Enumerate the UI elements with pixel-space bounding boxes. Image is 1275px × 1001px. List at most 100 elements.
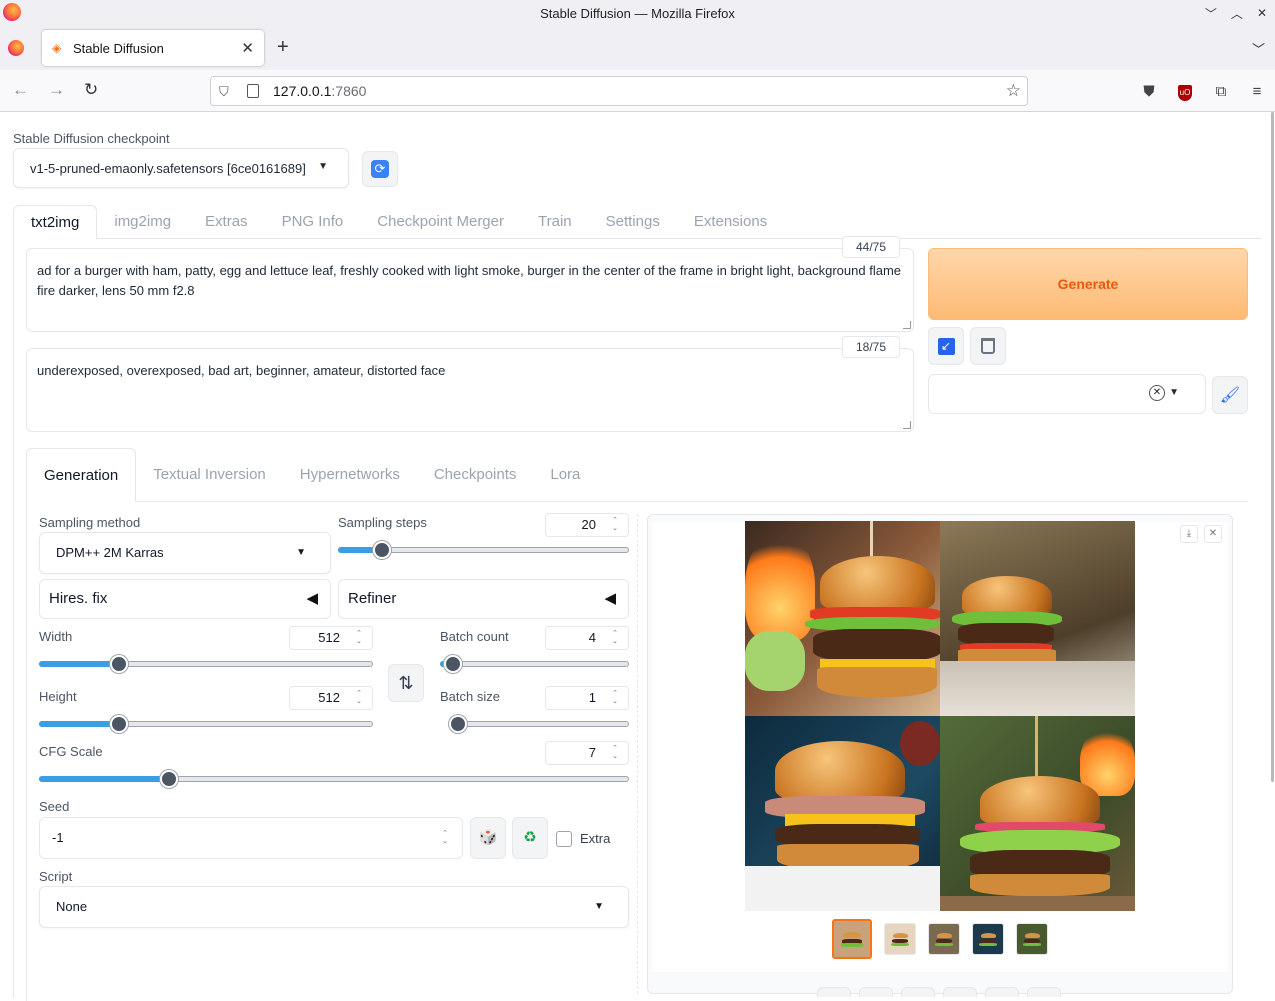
pocket-icon[interactable]: ⛊ <box>1131 83 1167 100</box>
spinner-icon[interactable]: ⌃ ⌄ <box>610 745 620 761</box>
tab-lora[interactable]: Lora <box>533 448 597 502</box>
url-bar[interactable]: ⛉ 127.0.0.1:7860 ☆ <box>210 76 1028 106</box>
sampling-method-label: Sampling method <box>39 515 141 530</box>
hires-fix-accordion[interactable]: Hires. fix ◀ <box>39 579 331 619</box>
generated-image-grid[interactable] <box>745 521 1135 911</box>
download-icon[interactable]: ⤓ <box>1180 525 1198 543</box>
tab-settings[interactable]: Settings <box>589 205 677 239</box>
new-tab-icon[interactable]: + <box>277 36 289 59</box>
gallery-thumbnail[interactable] <box>832 919 872 959</box>
tab-train[interactable]: Train <box>521 205 589 239</box>
styles-dropdown[interactable]: ✕ ▼ <box>928 374 1206 414</box>
tab-checkpoints[interactable]: Checkpoints <box>417 448 534 502</box>
height-label: Height <box>39 689 77 704</box>
gallery-action-button[interactable] <box>985 987 1019 997</box>
reload-icon[interactable]: ↻ <box>84 80 98 100</box>
spinner-icon[interactable]: ⌃ ⌄ <box>442 830 448 846</box>
gallery-action-button[interactable] <box>943 987 977 997</box>
slider-thumb[interactable] <box>160 770 178 788</box>
random-seed-button[interactable]: 🎲 <box>470 817 506 859</box>
webui-page: Stable Diffusion checkpoint v1-5-pruned-… <box>0 112 1275 1001</box>
extensions-icon[interactable]: ⧉ <box>1203 83 1239 100</box>
prompt-textarea[interactable]: ad for a burger with ham, patty, egg and… <box>26 248 914 332</box>
back-icon[interactable]: ← <box>12 80 29 100</box>
bookmark-star-icon[interactable]: ☆ <box>1006 81 1021 101</box>
page-scrollbar[interactable] <box>1271 112 1274 782</box>
tab-extensions[interactable]: Extensions <box>677 205 784 239</box>
gallery-thumbnail[interactable] <box>884 923 916 955</box>
refiner-accordion[interactable]: Refiner ◀ <box>338 579 629 619</box>
gallery-thumbnail[interactable] <box>972 923 1004 955</box>
maximize-icon[interactable]: ︿ <box>1231 5 1243 22</box>
clear-prompt-button[interactable] <box>970 327 1006 365</box>
tracking-shield-icon[interactable]: ⛉ <box>219 84 233 99</box>
refresh-checkpoints-button[interactable]: ⟳ <box>362 151 398 187</box>
seed-label: Seed <box>39 799 70 814</box>
batch-size-input[interactable]: 1 ⌃ ⌄ <box>545 686 629 710</box>
checkpoint-dropdown[interactable]: v1-5-pruned-emaonly.safetensors [6ce0161… <box>13 148 349 188</box>
sampling-steps-slider[interactable] <box>338 541 629 559</box>
slider-thumb[interactable] <box>449 715 467 733</box>
generate-button[interactable]: Generate <box>928 248 1248 320</box>
script-dropdown[interactable]: None ▼ <box>39 886 629 928</box>
page-info-icon[interactable] <box>247 84 259 98</box>
sampling-method-dropdown[interactable]: DPM++ 2M Karras ▼ <box>39 532 331 574</box>
firefox-view-icon[interactable] <box>8 40 24 56</box>
menu-icon[interactable]: ≡ <box>1239 83 1275 100</box>
cfg-scale-input[interactable]: 7 ⌃ ⌄ <box>545 741 629 765</box>
close-preview-icon[interactable]: ✕ <box>1204 525 1222 543</box>
height-input[interactable]: 512 ⌃ ⌄ <box>289 686 373 710</box>
spinner-icon[interactable]: ⌃ ⌄ <box>354 690 364 706</box>
batch-count-label: Batch count <box>440 629 509 644</box>
width-input[interactable]: 512 ⌃ ⌄ <box>289 626 373 650</box>
batch-size-slider[interactable] <box>449 715 629 733</box>
gallery-thumbnail[interactable] <box>1016 923 1048 955</box>
read-params-button[interactable]: ↙ <box>928 327 964 365</box>
width-slider[interactable] <box>39 655 373 673</box>
swap-dimensions-button[interactable]: ⇅ <box>388 664 424 702</box>
tab-textual-inversion[interactable]: Textual Inversion <box>136 448 283 502</box>
tab-img2img[interactable]: img2img <box>97 205 188 239</box>
batch-count-input[interactable]: 4 ⌃ ⌄ <box>545 626 629 650</box>
tab-txt2img[interactable]: txt2img <box>13 205 98 239</box>
height-slider[interactable] <box>39 715 373 733</box>
tab-checkpoint-merger[interactable]: Checkpoint Merger <box>360 205 521 239</box>
gallery-action-button[interactable] <box>817 987 851 997</box>
tab-png-info[interactable]: PNG Info <box>265 205 361 239</box>
edit-styles-button[interactable]: 🖌 <box>1212 376 1248 414</box>
spinner-icon[interactable]: ⌃ ⌄ <box>610 690 620 706</box>
list-tabs-icon[interactable]: ﹀ <box>1252 39 1265 58</box>
gallery-thumbnail[interactable] <box>928 923 960 955</box>
tab-extras[interactable]: Extras <box>188 205 265 239</box>
resize-handle-icon[interactable] <box>903 421 911 429</box>
negative-prompt-textarea[interactable]: underexposed, overexposed, bad art, begi… <box>26 348 914 432</box>
resize-handle-icon[interactable] <box>903 321 911 329</box>
gallery-action-button[interactable] <box>1027 987 1061 997</box>
spinner-icon[interactable]: ⌃ ⌄ <box>610 630 620 646</box>
tab-strip: ◈ Stable Diffusion ✕ + ﹀ <box>0 26 1275 70</box>
clear-icon[interactable]: ✕ <box>1149 385 1165 401</box>
cfg-scale-slider[interactable] <box>39 770 629 788</box>
spinner-icon[interactable]: ⌃ ⌄ <box>354 630 364 646</box>
seed-input[interactable]: -1 ⌃ ⌄ <box>39 817 463 859</box>
slider-thumb[interactable] <box>110 655 128 673</box>
browser-tab[interactable]: ◈ Stable Diffusion ✕ <box>42 30 264 66</box>
reuse-seed-button[interactable]: ♻ <box>512 817 548 859</box>
gallery-action-button[interactable] <box>859 987 893 997</box>
trash-icon <box>981 338 995 354</box>
tab-generation[interactable]: Generation <box>26 448 137 502</box>
batch-count-slider[interactable] <box>440 655 629 673</box>
minimize-icon[interactable]: ﹀ <box>1205 5 1217 22</box>
close-tab-icon[interactable]: ✕ <box>241 39 254 57</box>
extra-seed-checkbox[interactable] <box>556 831 572 847</box>
sampling-steps-input[interactable]: 20 ⌃ ⌄ <box>545 513 629 537</box>
ublock-icon[interactable]: uO <box>1167 82 1203 101</box>
slider-thumb[interactable] <box>110 715 128 733</box>
spinner-icon[interactable]: ⌃ ⌄ <box>610 517 620 533</box>
gallery-action-button[interactable] <box>901 987 935 997</box>
forward-icon[interactable]: → <box>48 80 65 100</box>
slider-thumb[interactable] <box>444 655 462 673</box>
tab-hypernetworks[interactable]: Hypernetworks <box>283 448 417 502</box>
slider-thumb[interactable] <box>373 541 391 559</box>
close-window-icon[interactable]: ✕ <box>1257 6 1267 20</box>
